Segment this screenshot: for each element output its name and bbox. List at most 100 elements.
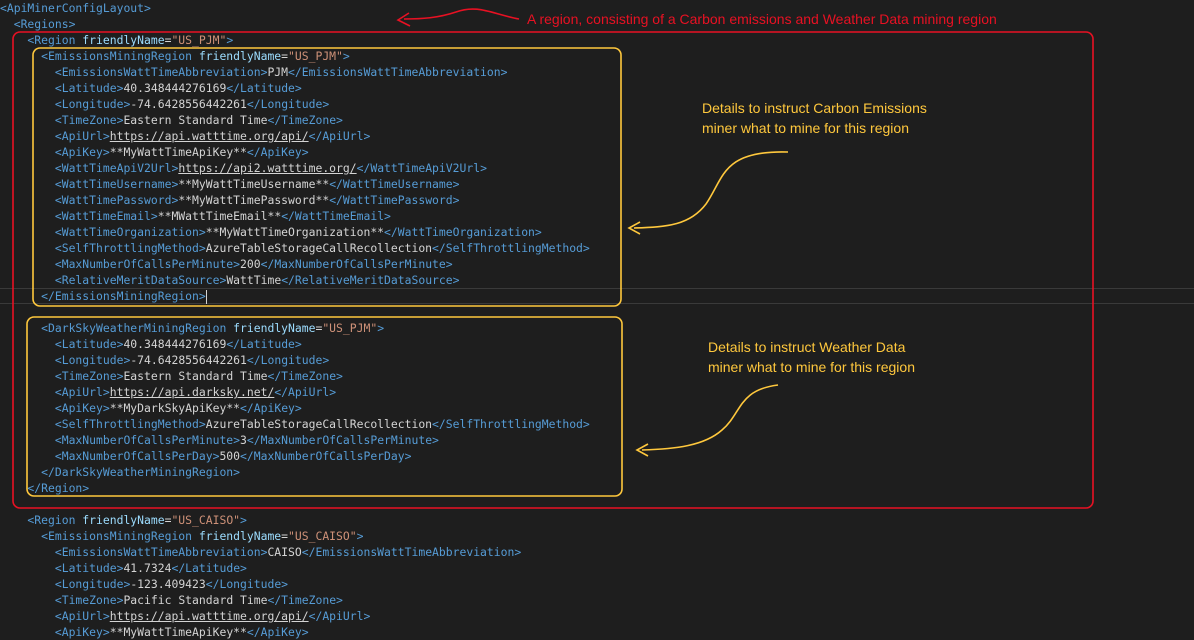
code-token: Eastern Standard Time [123, 369, 268, 383]
code-token: <MaxNumberOfCallsPerMinute> [0, 257, 241, 271]
code-link[interactable]: https://api.watttime.org/api/ [110, 609, 309, 623]
code-line[interactable]: <WattTimePassword>**MyWattTimePassword**… [0, 192, 460, 208]
code-token: </Latitude> [226, 81, 302, 95]
code-line[interactable]: <WattTimeApiV2Url>https://api2.watttime.… [0, 160, 487, 176]
code-token: <SelfThrottlingMethod> [0, 417, 206, 431]
code-token: <ApiKey> [0, 145, 110, 159]
code-line[interactable]: <Latitude>40.348444276169</Latitude> [0, 80, 302, 96]
code-token: <ApiUrl> [0, 129, 110, 143]
code-link[interactable]: https://api2.watttime.org/ [178, 161, 356, 175]
code-token: 40.348444276169 [123, 337, 227, 351]
code-token: </SelfThrottlingMethod> [432, 417, 590, 431]
code-line[interactable]: <Latitude>40.348444276169</Latitude> [0, 336, 302, 352]
code-token: AzureTableStorageCallRecollection [205, 417, 433, 431]
code-line[interactable]: <Longitude>-123.409423</Longitude> [0, 576, 288, 592]
code-token: = [281, 529, 289, 543]
code-line[interactable]: <RelativeMeritDataSource>WattTime</Relat… [0, 272, 460, 288]
code-line[interactable]: <SelfThrottlingMethod>AzureTableStorageC… [0, 240, 590, 256]
code-line[interactable]: <MaxNumberOfCallsPerDay>500</MaxNumberOf… [0, 448, 412, 464]
code-token: Eastern Standard Time [123, 113, 268, 127]
code-line[interactable]: <Region friendlyName="US_CAISO"> [0, 512, 246, 528]
code-token: </EmissionsWattTimeAbbreviation> [288, 65, 508, 79]
code-token: </Latitude> [226, 337, 302, 351]
code-token: <TimeZone> [0, 113, 124, 127]
code-token: <Latitude> [0, 81, 124, 95]
code-line[interactable]: <ApiUrl>https://api.watttime.org/api/</A… [0, 128, 370, 144]
code-line[interactable]: <Longitude>-74.6428556442261</Longitude> [0, 96, 329, 112]
code-token: </ApiUrl> [308, 129, 371, 143]
code-token: PJM [267, 65, 289, 79]
code-line[interactable]: <Longitude>-74.6428556442261</Longitude> [0, 352, 329, 368]
code-line[interactable]: <TimeZone>Eastern Standard Time</TimeZon… [0, 368, 343, 384]
code-line[interactable]: <EmissionsMiningRegion friendlyName="US_… [0, 48, 350, 64]
code-token: friendlyName [198, 49, 282, 63]
code-link[interactable]: https://api.darksky.net/ [110, 385, 275, 399]
code-line[interactable]: </Region> [0, 480, 89, 496]
code-editor[interactable]: <ApiMinerConfigLayout> <Regions> <Region… [0, 0, 1194, 639]
code-token: <WattTimeUsername> [0, 177, 179, 191]
code-line[interactable]: <EmissionsWattTimeAbbreviation>PJM</Emis… [0, 64, 508, 80]
code-token: -74.6428556442261 [130, 353, 247, 367]
code-line[interactable]: <ApiUrl>https://api.watttime.org/api/</A… [0, 608, 370, 624]
code-line[interactable]: </EmissionsMiningRegion> [0, 288, 207, 304]
code-token: CAISO [267, 545, 302, 559]
code-token: "US_PJM" [288, 49, 343, 63]
code-line[interactable]: <TimeZone>Pacific Standard Time</TimeZon… [0, 592, 343, 608]
code-line[interactable]: <Latitude>41.7324</Latitude> [0, 560, 247, 576]
code-token: **MyWattTimeApiKey** [109, 145, 247, 159]
code-line[interactable]: <ApiUrl>https://api.darksky.net/</ApiUrl… [0, 384, 336, 400]
code-token: friendlyName [82, 33, 165, 47]
code-token: <ApiKey> [0, 401, 110, 415]
code-token: <WattTimeApiV2Url> [0, 161, 179, 175]
code-line[interactable]: <Region friendlyName="US_PJM"> [0, 32, 233, 48]
code-token: <Region [0, 513, 83, 527]
code-token: </ApiKey> [246, 145, 309, 159]
code-token: "US_CAISO" [288, 529, 357, 543]
code-line[interactable]: <ApiMinerConfigLayout> [0, 0, 151, 16]
code-link[interactable]: https://api.watttime.org/api/ [110, 129, 309, 143]
code-token: WattTime [226, 273, 282, 287]
code-token: <Longitude> [0, 97, 131, 111]
code-token: = [281, 49, 289, 63]
code-line[interactable]: <WattTimeOrganization>**MyWattTimeOrgani… [0, 224, 542, 240]
code-token: </WattTimeOrganization> [384, 225, 542, 239]
code-token: <Longitude> [0, 577, 131, 591]
code-token: 41.7324 [123, 561, 172, 575]
code-token: <Regions> [0, 17, 76, 31]
code-token: 500 [219, 449, 241, 463]
code-token: </Longitude> [246, 97, 330, 111]
code-line[interactable]: <ApiKey>**MyDarkSkyApiKey**</ApiKey> [0, 400, 302, 416]
code-token: 3 [240, 433, 247, 447]
code-line[interactable]: <MaxNumberOfCallsPerMinute>200</MaxNumbe… [0, 256, 453, 272]
code-line[interactable]: <SelfThrottlingMethod>AzureTableStorageC… [0, 416, 590, 432]
code-line[interactable]: <WattTimeEmail>**MWattTimeEmail**</WattT… [0, 208, 391, 224]
code-token: <Latitude> [0, 561, 124, 575]
code-token: AzureTableStorageCallRecollection [205, 241, 433, 255]
code-line[interactable]: <WattTimeUsername>**MyWattTimeUsername**… [0, 176, 460, 192]
code-token: </TimeZone> [267, 113, 343, 127]
code-token: "US_PJM" [322, 321, 378, 335]
code-token: </ApiKey> [240, 401, 302, 415]
code-line[interactable]: <EmissionsMiningRegion friendlyName="US_… [0, 528, 363, 544]
code-token: </ApiUrl> [274, 385, 337, 399]
code-token: Pacific Standard Time [123, 593, 268, 607]
code-token: <MaxNumberOfCallsPerDay> [0, 449, 220, 463]
code-token: </SelfThrottlingMethod> [432, 241, 590, 255]
code-line[interactable]: <Regions> [0, 16, 76, 32]
code-token: <ApiUrl> [0, 385, 110, 399]
code-token: friendlyName [233, 321, 316, 335]
code-line[interactable]: </DarkSkyWeatherMiningRegion> [0, 464, 240, 480]
code-line[interactable]: <EmissionsWattTimeAbbreviation>CAISO</Em… [0, 544, 521, 560]
code-token: <Region [0, 33, 83, 47]
code-line[interactable]: <TimeZone>Eastern Standard Time</TimeZon… [0, 112, 343, 128]
code-token: <ApiKey> [0, 625, 110, 639]
code-token: </WattTimePassword> [329, 193, 460, 207]
code-token: -123.409423 [130, 577, 206, 591]
code-line[interactable]: <MaxNumberOfCallsPerMinute>3</MaxNumberO… [0, 432, 439, 448]
code-token: 40.348444276169 [123, 81, 227, 95]
code-line[interactable]: <ApiKey>**MyWattTimeApiKey**</ApiKey> [0, 144, 309, 160]
code-token: <WattTimeOrganization> [0, 225, 206, 239]
code-line[interactable]: <DarkSkyWeatherMiningRegion friendlyName… [0, 320, 384, 336]
code-token: </ApiUrl> [308, 609, 371, 623]
code-token: > [226, 33, 234, 47]
